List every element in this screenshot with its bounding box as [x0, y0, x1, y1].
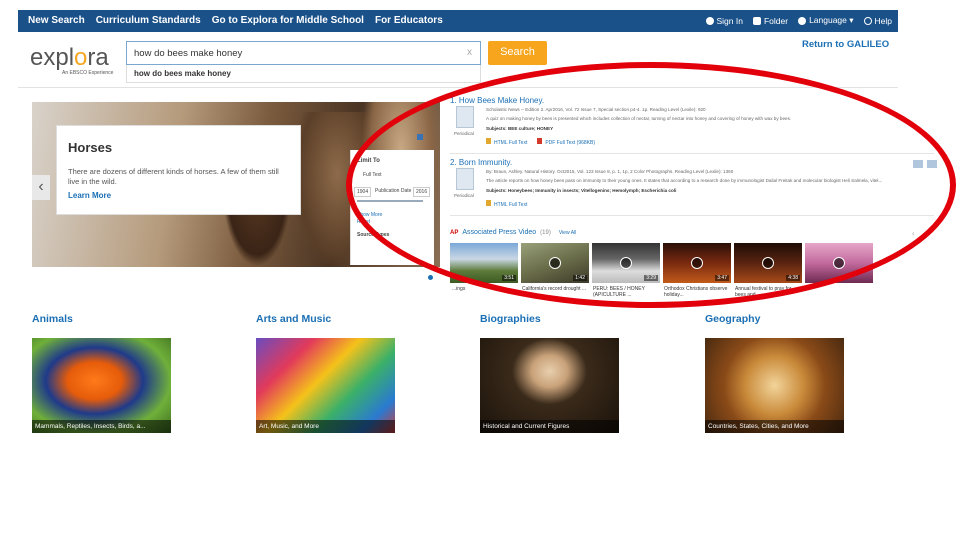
explora-logo[interactable]: explora An EBSCO Experience [30, 44, 114, 78]
nav-for-educators[interactable]: For Educators [375, 15, 443, 26]
carousel-prev-button[interactable]: ‹ [32, 175, 50, 200]
category-title-animals[interactable]: Animals [32, 313, 73, 325]
logo-wordmark: explora [30, 44, 109, 71]
help-icon [863, 16, 872, 25]
learn-more-link[interactable]: Learn More [68, 191, 289, 200]
category-image-animals[interactable]: Mammals, Reptiles, Insects, Birds, a... [32, 338, 171, 433]
nav-new-search[interactable]: New Search [28, 15, 85, 26]
category-caption: Countries, States, Cities, and More [705, 420, 844, 433]
carousel-dot[interactable] [428, 275, 433, 280]
category-image-arts-and-music[interactable]: Art, Music, and More [256, 338, 395, 433]
folder-link[interactable]: Folder [752, 15, 788, 26]
top-navigation-bar: New Search Curriculum Standards Go to Ex… [18, 10, 898, 32]
featured-topic-title: Horses [68, 140, 113, 155]
category-image-biographies[interactable]: Historical and Current Figures [480, 338, 619, 433]
search-input-value: how do bees make honey [134, 48, 243, 59]
featured-topic-card: Horses There are dozens of different kin… [56, 125, 301, 215]
nav-curriculum-standards[interactable]: Curriculum Standards [96, 15, 201, 26]
category-caption: Art, Music, and More [256, 420, 395, 433]
return-to-galileo-link[interactable]: Return to GALILEO [802, 39, 889, 50]
search-button[interactable]: Search [488, 41, 547, 65]
category-caption: Historical and Current Figures [480, 420, 619, 433]
featured-topic-description: There are dozens of different kinds of h… [68, 167, 279, 186]
clear-search-icon[interactable]: x [467, 47, 472, 58]
nav-explora-middle-school[interactable]: Go to Explora for Middle School [212, 15, 364, 26]
category-title-arts-and-music[interactable]: Arts and Music [256, 313, 331, 325]
explora-page: New Search Curriculum Standards Go to Ex… [0, 0, 960, 540]
category-title-geography[interactable]: Geography [705, 313, 760, 325]
user-icon [705, 16, 714, 25]
category-image-geography[interactable]: Countries, States, Cities, and More [705, 338, 844, 433]
help-link[interactable]: Help [863, 15, 892, 26]
globe-icon [798, 16, 807, 25]
logo-tagline: An EBSCO Experience [62, 70, 114, 76]
folder-icon [752, 16, 761, 25]
search-input[interactable]: how do bees make honey x [126, 41, 481, 65]
search-suggestion[interactable]: how do bees make honey [126, 65, 481, 83]
language-menu[interactable]: Language ▾ [798, 15, 854, 26]
red-annotation-ellipse [346, 62, 956, 308]
category-title-biographies[interactable]: Biographies [480, 313, 541, 325]
category-caption: Mammals, Reptiles, Insects, Birds, a... [32, 420, 171, 433]
sign-in-link[interactable]: Sign In [705, 15, 743, 26]
